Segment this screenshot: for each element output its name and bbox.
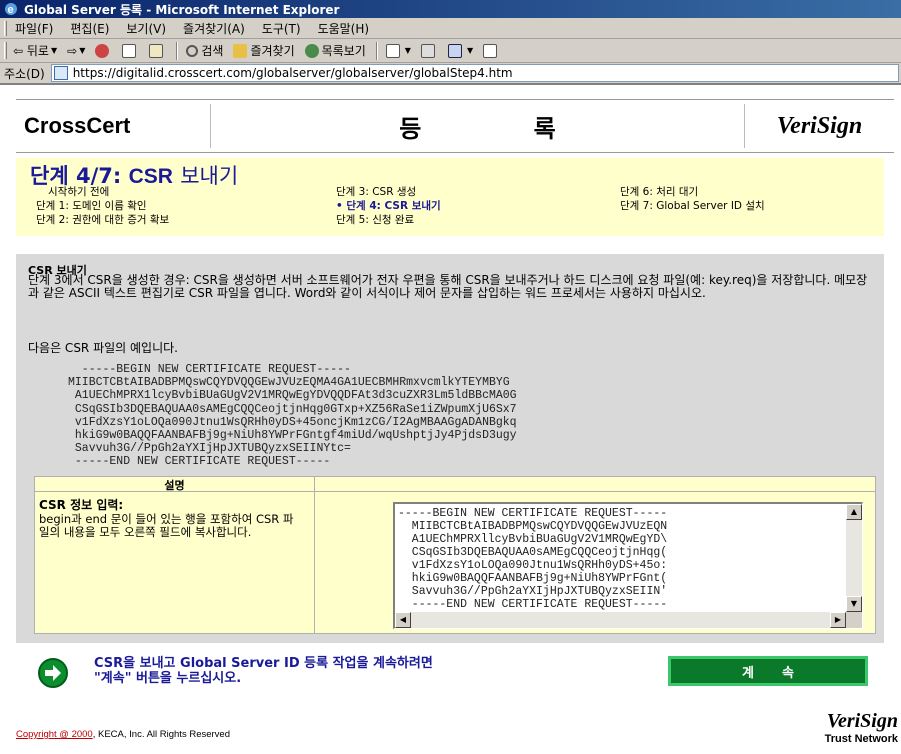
discuss-icon [483,43,498,58]
menu-bar: 파일(F) 편집(E) 보기(V) 즐겨찾기(A) 도구(T) 도움말(H) [0,18,901,39]
main-content: CSR 보내기 단계 3에서 CSR을 생성한 경우: CSR을 생성하면 서버… [16,254,884,643]
history-icon [304,43,319,58]
menu-edit[interactable]: 편집(E) [70,20,109,37]
address-url: https://digitalid.crosscert.com/globalse… [72,66,513,80]
step-7[interactable]: 단계 7: Global Server ID 설치 [620,199,765,213]
mail-button[interactable]: ▼ [385,43,411,58]
edit-dropdown-icon: ▼ [466,46,474,55]
search-button[interactable]: 검색 [186,42,223,59]
stop-icon [95,43,110,58]
discuss-button[interactable] [483,43,500,58]
forward-arrow-icon: ⇨ [67,43,78,58]
table-description-cell: CSR 정보 입력: begin과 end 문이 들어 있는 행을 포함하여 C… [35,492,315,633]
toolbar-grip [4,42,7,59]
step-column-3: 단계 6: 처리 대기 단계 7: Global Server ID 설치 [620,185,765,213]
mail-icon [385,43,400,58]
back-arrow-icon: ⇦ [13,43,24,58]
toolbar-separator [176,41,179,60]
csr-input-instruction: begin과 end 문이 들어 있는 행을 포함하여 CSR 파일의 내용을 … [39,512,294,539]
scroll-left-icon[interactable]: ◀ [395,612,411,628]
refresh-button[interactable] [122,43,139,58]
home-button[interactable] [149,43,166,58]
history-button[interactable]: 목록보기 [304,42,366,59]
browser-toolbar: ⇦ 뒤로 ▼ ⇨ ▼ 검색 즐겨찾기 목록보기 ▼ ▼ [0,39,901,63]
scroll-right-icon[interactable]: ▶ [830,612,846,628]
scroll-down-icon[interactable]: ▼ [846,596,862,612]
favorites-icon [233,43,248,58]
page-header: CrossCert 등 록 VeriSign [16,99,894,153]
ie-logo-icon: e [4,2,18,16]
scroll-up-icon[interactable]: ▲ [846,504,862,520]
menu-favorites[interactable]: 즐겨찾기(A) [183,20,245,37]
copyright-link[interactable]: Copyright @ 2000 [16,729,93,740]
csr-sample: -----BEGIN NEW CERTIFICATE REQUEST----- … [68,363,517,469]
toolbar-separator [375,41,378,60]
forward-dropdown-icon: ▼ [79,46,86,55]
home-icon [149,43,164,58]
back-dropdown-icon: ▼ [50,46,58,55]
crosscert-logo: CrossCert [16,104,211,148]
section-description: 단계 3에서 CSR을 생성한 경우: CSR을 생성하면 서버 소프트웨어가 … [28,273,868,300]
back-button[interactable]: ⇦ 뒤로 ▼ [13,42,57,59]
edit-button[interactable]: ▼ [447,43,474,58]
stop-button[interactable] [95,43,112,58]
step-5[interactable]: 단계 5: 신청 완료 [336,213,441,227]
continue-section: CSR을 보내고 Global Server ID 등록 작업을 계속하려면 "… [38,656,898,690]
table-header-description: 설명 [35,477,315,492]
address-label: 주소(D) [4,66,45,81]
menu-tools[interactable]: 도구(T) [262,20,301,37]
verisign-trust-network-logo: VeriSign Trust Network [824,710,898,745]
step-column-1: 시작하기 전에 단계 1: 도메인 이름 확인 단계 2: 권한에 대한 증거 … [36,185,169,227]
address-bar: 주소(D) https://digitalid.crosscert.com/gl… [0,63,901,85]
table-header-empty [315,477,875,492]
page-title: 등 록 [399,114,608,143]
verisign-logo: VeriSign [744,104,894,148]
step-before-start[interactable]: 시작하기 전에 [36,185,169,199]
menu-help[interactable]: 도움말(H) [318,20,370,37]
continue-instruction: CSR을 보내고 Global Server ID 등록 작업을 계속하려면 "… [94,656,433,686]
search-icon [186,44,199,57]
arrow-right-icon [38,658,68,688]
print-icon [420,43,435,58]
favorites-button[interactable]: 즐겨찾기 [233,42,295,59]
menu-file[interactable]: 파일(F) [15,20,53,37]
menu-view[interactable]: 보기(V) [126,20,166,37]
step-2[interactable]: 단계 2: 권한에 대한 증거 확보 [36,213,169,227]
scrollbar-corner [846,612,862,628]
csr-input-table: 설명 CSR 정보 입력: begin과 end 문이 들어 있는 행을 포함하… [34,476,876,634]
window-title: Global Server 등록 - Microsoft Internet Ex… [24,2,340,17]
bullet-icon: • [336,200,347,212]
print-button[interactable] [420,43,438,58]
step-progress: 단계 4/7: CSR 보내기 시작하기 전에 단계 1: 도메인 이름 확인 … [16,158,884,236]
step-6[interactable]: 단계 6: 처리 대기 [620,185,765,199]
refresh-icon [122,43,137,58]
page-icon [53,66,68,80]
window-title-bar: e Global Server 등록 - Microsoft Internet … [0,0,901,18]
csr-textarea-content: -----BEGIN NEW CERTIFICATE REQUEST----- … [398,507,668,611]
svg-text:e: e [8,4,14,16]
csr-input-label: CSR 정보 입력: [39,498,124,512]
step-1[interactable]: 단계 1: 도메인 이름 확인 [36,199,169,213]
csr-textarea[interactable]: -----BEGIN NEW CERTIFICATE REQUEST----- … [393,502,863,629]
word-icon [447,43,462,58]
mail-dropdown-icon: ▼ [404,46,411,55]
example-label: 다음은 CSR 파일의 예입니다. [28,341,178,355]
vertical-scrollbar[interactable]: ▲ ▼ [846,504,862,612]
step-3[interactable]: 단계 3: CSR 생성 [336,185,441,199]
forward-button[interactable]: ⇨ ▼ [67,44,85,58]
address-input[interactable]: https://digitalid.crosscert.com/globalse… [50,64,899,82]
copyright: Copyright @ 2000, KECA, Inc. All Rights … [16,729,230,740]
step-column-2: 단계 3: CSR 생성 • 단계 4: CSR 보내기 단계 5: 신청 완료 [336,185,441,227]
continue-button[interactable]: 계속 [668,656,868,686]
menubar-grip [4,20,7,36]
horizontal-scrollbar[interactable]: ◀ ▶ [395,612,846,628]
step-4-active: • 단계 4: CSR 보내기 [336,200,441,212]
